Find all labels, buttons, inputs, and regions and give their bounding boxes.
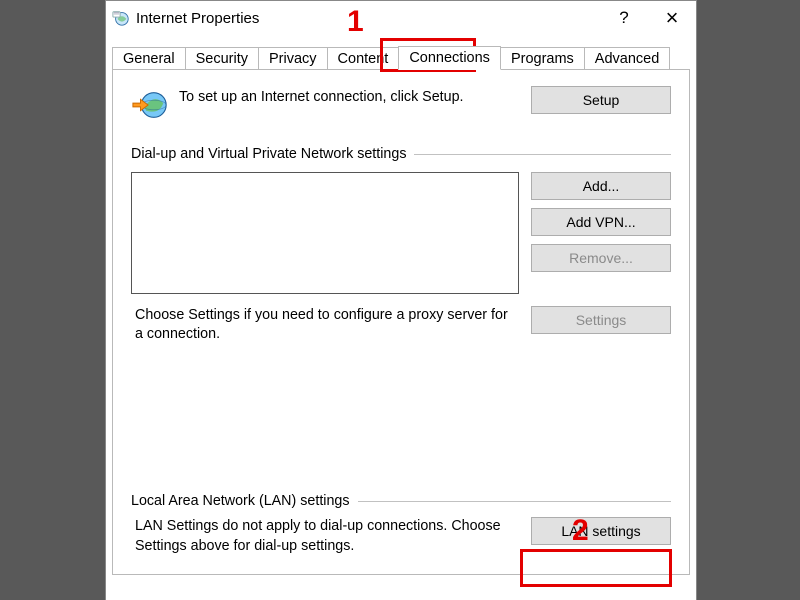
tab-content[interactable]: Content	[327, 47, 400, 70]
window-title: Internet Properties	[136, 10, 600, 27]
setup-button[interactable]: Setup	[531, 86, 671, 114]
lan-group-text: Local Area Network (LAN) settings	[131, 493, 350, 509]
remove-button: Remove...	[531, 244, 671, 272]
lan-group-label: Local Area Network (LAN) settings	[131, 493, 671, 509]
setup-intro-text: To set up an Internet connection, click …	[179, 86, 521, 107]
internet-properties-dialog: Internet Properties ? × General Security…	[105, 0, 697, 600]
tab-connections[interactable]: Connections	[398, 46, 501, 70]
close-button[interactable]: ×	[648, 1, 696, 35]
dialup-group-label: Dial-up and Virtual Private Network sett…	[131, 146, 671, 162]
connections-listbox[interactable]	[131, 172, 519, 294]
tab-programs[interactable]: Programs	[500, 47, 585, 70]
lan-settings-button[interactable]: LAN settings	[531, 517, 671, 545]
titlebar: Internet Properties ? ×	[106, 1, 696, 35]
add-vpn-button[interactable]: Add VPN...	[531, 208, 671, 236]
tab-strip: General Security Privacy Content Connect…	[106, 41, 696, 69]
proxy-note-text: Choose Settings if you need to configure…	[131, 306, 519, 345]
add-button[interactable]: Add...	[531, 172, 671, 200]
tab-advanced[interactable]: Advanced	[584, 47, 671, 70]
tab-security[interactable]: Security	[185, 47, 259, 70]
tab-general[interactable]: General	[112, 47, 186, 70]
settings-button: Settings	[531, 306, 671, 334]
tab-privacy[interactable]: Privacy	[258, 47, 328, 70]
lan-note-text: LAN Settings do not apply to dial-up con…	[131, 517, 519, 556]
connections-panel: To set up an Internet connection, click …	[112, 69, 690, 575]
internet-options-icon	[112, 9, 130, 27]
help-button[interactable]: ?	[600, 1, 648, 35]
globe-connect-icon	[131, 86, 169, 124]
dialup-group-text: Dial-up and Virtual Private Network sett…	[131, 146, 406, 162]
